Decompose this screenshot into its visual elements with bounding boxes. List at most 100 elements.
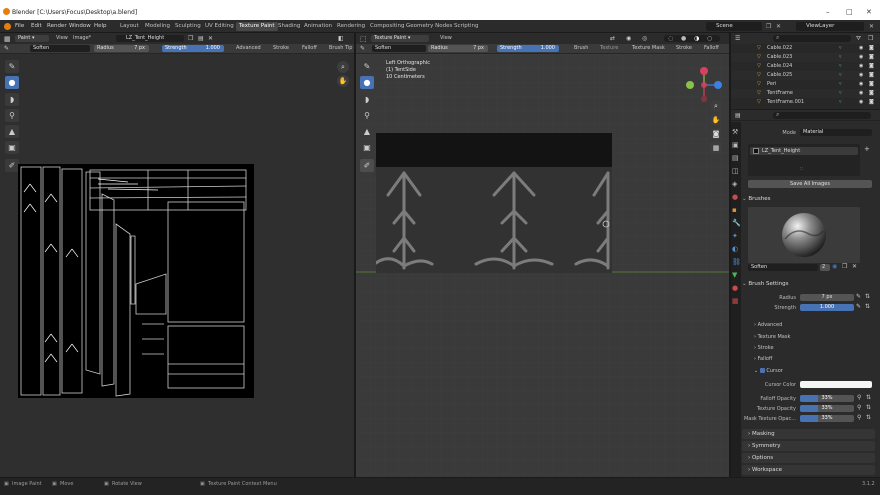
tab-shading[interactable]: Shading [278, 23, 300, 29]
falloff-opacity-slider[interactable]: 33% [800, 395, 854, 402]
outliner-item[interactable]: ▽ Cable.022 ▿ ◉ ◙ [731, 44, 880, 53]
tab-geometry-nodes[interactable]: Geometry Nodes [406, 23, 452, 29]
outliner-new-collection-icon[interactable]: ❐ [868, 35, 873, 42]
texture-opacity-pressure-icon[interactable]: ⇅ [866, 404, 871, 411]
visibility-eye-icon[interactable]: ◉ [859, 71, 863, 80]
tab-uv-editing[interactable]: UV Editing [205, 23, 234, 29]
outliner-item[interactable]: ▽ Cable.024 ▿ ◉ ◙ [731, 62, 880, 71]
blender-menu-icon[interactable] [4, 23, 11, 30]
visibility-eye-icon[interactable]: ◉ [859, 80, 863, 89]
tab-rendering[interactable]: Rendering [337, 23, 365, 29]
tab-compositing[interactable]: Compositing [370, 23, 404, 29]
outliner-item[interactable]: ▽ Cable.023 ▿ ◉ ◙ [731, 53, 880, 62]
texture-opacity-slider[interactable]: 33% [800, 405, 854, 412]
view-layer-selector[interactable]: ViewLayer [796, 22, 864, 31]
scene-selector[interactable]: Scene [706, 22, 762, 31]
tab-animation[interactable]: Animation [304, 23, 332, 29]
viewport-zoom-icon[interactable]: ⌕ [710, 100, 722, 112]
texture-paint-mode-dropdown[interactable]: Texture Paint ▾ [371, 35, 429, 42]
outliner-editor-type-icon[interactable]: ☰ [735, 35, 740, 42]
rendered-shading-icon[interactable]: ○ [707, 35, 712, 42]
list-resize-handle[interactable]: ∷ [800, 166, 803, 172]
visibility-eye-icon[interactable]: ◉ [859, 44, 863, 53]
brush-name-field[interactable]: Soften [30, 45, 90, 52]
viewport-view-menu[interactable]: View [440, 35, 452, 42]
properties-tab-icons[interactable]: ⚒ ▣ ▤ ◫ ◈ ● ▪ 🔧 ✦ ◐ ⛓ ▼ ● ▦ [732, 126, 741, 308]
image-new-icon[interactable]: ❐ [188, 35, 193, 42]
viewport-brush-menu[interactable]: Brush [574, 45, 588, 52]
props-strength-field[interactable]: 1.000 [800, 304, 854, 311]
options-panel-header[interactable]: › Options [742, 453, 875, 463]
close-button[interactable]: ✕ [866, 8, 872, 16]
viewport-annotate-tool-icon[interactable]: ✐ [360, 159, 374, 172]
outliner-item[interactable]: ▽ Cable.025 ▿ ◉ ◙ [731, 71, 880, 80]
mode-dropdown[interactable]: Material [800, 129, 872, 136]
transform-orientation-icon[interactable]: ⇄ [610, 35, 615, 42]
viewport-editor-type-icon[interactable]: ⬚ [360, 35, 367, 43]
tab-texture-paint[interactable]: Texture Paint [236, 22, 278, 31]
falloff-subpanel[interactable]: › Falloff [754, 356, 772, 362]
scene-close-icon[interactable]: ✕ [776, 23, 781, 30]
texture-opacity-lock-icon[interactable]: ⚲ [857, 404, 861, 411]
soften-tool-icon[interactable]: ● [5, 76, 19, 89]
strength-field[interactable]: Strength 1.000 [162, 45, 224, 52]
viewport-brush-name[interactable]: Soften [372, 45, 426, 52]
workspace-panel-header[interactable]: › Workspace [742, 465, 875, 475]
annotate-tool-icon[interactable]: ✐ [5, 159, 19, 172]
pan-icon[interactable]: ✋ [337, 75, 349, 87]
gizmo-z-axis[interactable] [700, 67, 708, 75]
tab-sculpting[interactable]: Sculpting [175, 23, 201, 29]
viewport-fill-tool-icon[interactable]: ▲ [360, 125, 374, 138]
menu-window[interactable]: Window [69, 23, 91, 29]
smear-tool-icon[interactable]: ◗ [5, 93, 19, 106]
properties-editor-type-icon[interactable]: ▤ [735, 112, 741, 119]
image-name-field[interactable]: LZ_Tent_Height [116, 35, 184, 42]
overlays-icon[interactable]: ◎ [642, 35, 647, 42]
render-camera-icon[interactable]: ◙ [869, 71, 874, 80]
image-open-icon[interactable]: ▤ [198, 35, 204, 42]
render-camera-icon[interactable]: ◙ [869, 98, 874, 107]
outliner-item[interactable]: ▽ TentFrame ▿ ◉ ◙ [731, 89, 880, 98]
advanced-subpanel[interactable]: › Advanced [754, 322, 782, 328]
camera-view-icon[interactable]: ◙ [710, 128, 722, 140]
zoom-icon[interactable]: ⌕ [337, 61, 349, 73]
view-menu[interactable]: View [56, 35, 68, 42]
texture-slot-list[interactable]: LZ_Tent_Height ∷ [748, 144, 860, 176]
menu-render[interactable]: Render [47, 23, 67, 29]
shading-modes[interactable]: ◌ ● ◑ ○ [664, 35, 720, 42]
viewport-mask-tool-icon[interactable]: ▣ [360, 141, 374, 154]
minimize-button[interactable]: – [826, 8, 830, 16]
gizmo-x-axis[interactable] [714, 81, 722, 89]
advanced-menu[interactable]: Advanced [236, 45, 261, 52]
viewport-clone-tool-icon[interactable]: ⚲ [360, 109, 374, 122]
viewport-radius-field[interactable]: Radius 7 px [428, 45, 488, 52]
cursor-subpanel[interactable]: ⌄ Cursor [754, 368, 783, 374]
mask-opacity-pressure-icon[interactable]: ⇅ [866, 414, 871, 421]
mask-opacity-lock-icon[interactable]: ⚲ [857, 414, 861, 421]
render-camera-icon[interactable]: ◙ [869, 44, 874, 53]
stroke-menu[interactable]: Stroke [273, 45, 289, 52]
viewport-pan-icon[interactable]: ✋ [710, 114, 722, 126]
symmetry-panel-header[interactable]: › Symmetry [742, 441, 875, 451]
viewport-stroke-menu[interactable]: Stroke [676, 45, 692, 52]
viewport-smear-tool-icon[interactable]: ◗ [360, 93, 374, 106]
masking-panel-header[interactable]: › Masking [742, 429, 875, 439]
outliner-search-input[interactable]: ⌕ [773, 34, 851, 42]
mask-opacity-slider[interactable]: 33% [800, 415, 854, 422]
visibility-icon[interactable]: ◉ [626, 35, 631, 42]
outliner-filter-icon[interactable]: ⛛ [856, 35, 861, 43]
menu-help[interactable]: Help [94, 23, 107, 29]
visibility-eye-icon[interactable]: ◉ [859, 53, 863, 62]
render-camera-icon[interactable]: ◙ [869, 62, 874, 71]
visibility-eye-icon[interactable]: ◉ [859, 98, 863, 107]
fake-user-icon[interactable]: ◉ [832, 263, 837, 270]
maximize-button[interactable]: □ [846, 8, 853, 16]
clone-tool-icon[interactable]: ⚲ [5, 109, 19, 122]
outliner-item[interactable]: ▽ Peri ▿ ◉ ◙ [731, 80, 880, 89]
image-menu[interactable]: Image* [73, 35, 91, 42]
menu-edit[interactable]: Edit [31, 23, 42, 29]
wireframe-shading-icon[interactable]: ◌ [668, 35, 673, 42]
cursor-checkbox[interactable] [759, 368, 765, 373]
brush-preview[interactable] [748, 207, 860, 263]
brush-users-count[interactable]: 2 [820, 264, 830, 271]
